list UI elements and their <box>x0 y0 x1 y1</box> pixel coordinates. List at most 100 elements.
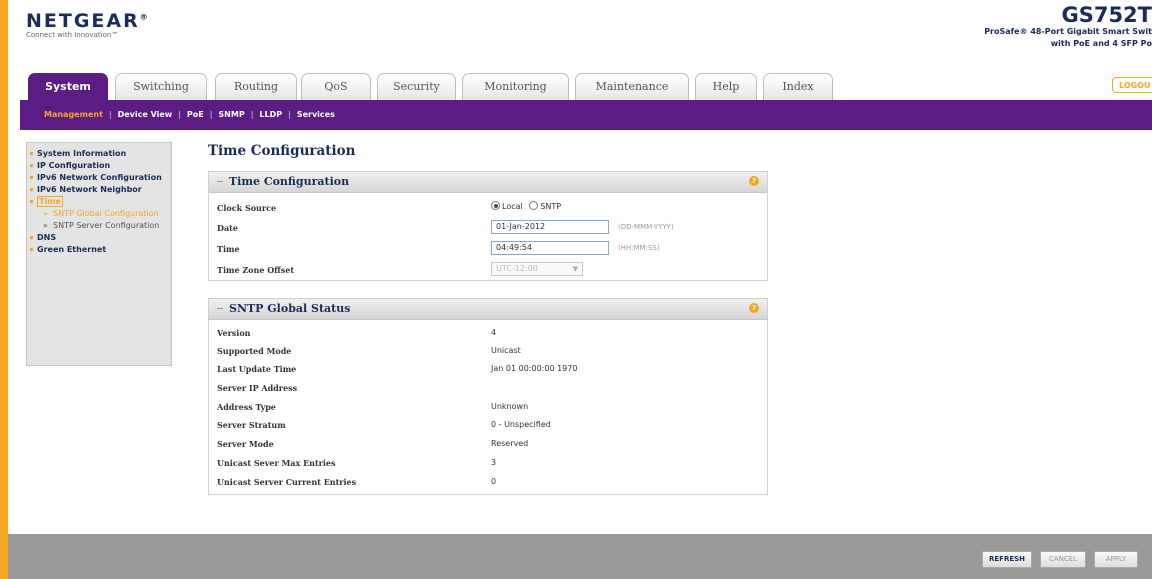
refresh-button[interactable]: REFRESH <box>982 551 1032 568</box>
subnav-services[interactable]: Services <box>297 110 335 119</box>
subnav-lldp[interactable]: LLDP <box>259 110 282 119</box>
time-configuration-panel: Time Configuration ? Clock Source Local … <box>208 171 768 281</box>
address-type-value: Unknown <box>491 402 529 411</box>
left-accent-bar <box>0 0 8 579</box>
netgear-logo: NETGEAR® Connect with Innovation™ <box>26 10 148 39</box>
sub-navigation-bar: Management | Device View | PoE | SNMP | LLDP | Ser… <box>20 100 1152 130</box>
server-mode-label: Server Mode <box>217 439 274 449</box>
time-zone-offset-select[interactable]: UTC-12:00 ▼ <box>491 262 583 276</box>
status-row-server-mode: Server Mode Reserved <box>209 436 767 454</box>
tab-system[interactable]: System <box>28 73 108 100</box>
collapse-icon[interactable] <box>217 181 223 182</box>
status-row-server-stratum: Server Stratum 0 - Unspecified <box>209 417 767 435</box>
version-label: Version <box>217 328 251 338</box>
supported-mode-label: Supported Mode <box>217 346 292 356</box>
product-model: GS752T <box>1061 3 1152 27</box>
collapse-icon[interactable] <box>217 308 223 309</box>
status-row-last-update-time: Last Update Time Jan 01 00:00:00 1970 <box>209 361 767 379</box>
panel-title: SNTP Global Status <box>229 302 351 315</box>
panel-header: SNTP Global Status ? <box>209 299 767 320</box>
tab-qos[interactable]: QoS <box>301 73 371 100</box>
status-row-version: Version 4 <box>209 325 767 343</box>
clock-source-options: Local SNTP <box>491 201 561 211</box>
address-type-label: Address Type <box>217 402 276 412</box>
sidebar-item-green-ethernet[interactable]: Green Ethernet <box>27 245 171 255</box>
apply-button[interactable]: APPLY <box>1094 551 1138 568</box>
time-zone-offset-value: UTC-12:00 <box>496 264 538 273</box>
page-title: Time Configuration <box>208 143 356 159</box>
time-format-hint: (HH:MM:SS) <box>618 244 660 252</box>
sidebar: System Information IP Configuration IPv6… <box>26 142 172 366</box>
time-input[interactable]: 04:49:54 <box>491 241 609 255</box>
time-zone-offset-label: Time Zone Offset <box>217 265 295 275</box>
supported-mode-value: Unicast <box>491 346 521 355</box>
unicast-max-entries-value: 3 <box>491 458 497 467</box>
sidebar-subitem-label: SNTP Server Configuration <box>53 221 160 230</box>
page: NETGEAR® Connect with Innovation™ GS752T… <box>8 0 1152 579</box>
server-mode-value: Reserved <box>491 439 529 448</box>
last-update-time-label: Last Update Time <box>217 364 297 374</box>
server-ip-address-label: Server IP Address <box>217 383 298 393</box>
product-description-line1: ProSafe® 48-Port Gigabit Smart Swit <box>984 27 1152 36</box>
status-row-server-ip-address: Server IP Address <box>209 380 767 398</box>
sidebar-item-time[interactable]: Time <box>27 196 171 207</box>
clock-source-row: Clock Source Local SNTP <box>209 200 767 218</box>
logout-button[interactable]: LOGOU <box>1112 77 1152 93</box>
date-format-hint: (DD-MMM-YYYY) <box>618 223 674 231</box>
product-info: GS752T ProSafe® 48-Port Gigabit Smart Sw… <box>984 4 1152 50</box>
tab-security[interactable]: Security <box>377 73 456 100</box>
status-row-supported-mode: Supported Mode Unicast <box>209 343 767 361</box>
help-icon[interactable]: ? <box>749 176 759 186</box>
tab-monitoring[interactable]: Monitoring <box>462 73 569 100</box>
tab-help[interactable]: Help <box>695 73 757 100</box>
subnav-snmp[interactable]: SNMP <box>218 110 244 119</box>
tab-switching[interactable]: Switching <box>115 73 207 100</box>
sidebar-item-dns[interactable]: DNS <box>27 233 171 243</box>
sidebar-item-ipv6-network-configuration[interactable]: IPv6 Network Configuration <box>27 173 171 183</box>
chevron-down-icon: ▼ <box>572 265 578 273</box>
unicast-current-entries-label: Unicast Server Current Entries <box>217 477 357 487</box>
time-zone-row: Time Zone Offset UTC-12:00 ▼ <box>209 262 767 280</box>
tab-index[interactable]: Index <box>763 73 833 100</box>
subnav-poe[interactable]: PoE <box>187 110 204 119</box>
date-input[interactable]: 01-Jan-2012 <box>491 220 609 234</box>
time-row: Time 04:49:54 (HH:MM:SS) <box>209 241 767 259</box>
status-row-unicast-current-entries: Unicast Server Current Entries 0 <box>209 474 767 492</box>
last-update-time-value: Jan 01 00:00:00 1970 <box>491 364 578 373</box>
clock-source-local-label: Local <box>502 202 523 211</box>
sidebar-item-ip-configuration[interactable]: IP Configuration <box>27 161 171 171</box>
unicast-max-entries-label: Unicast Sever Max Entries <box>217 458 336 468</box>
time-label: Time <box>217 244 240 254</box>
clock-source-sntp-label: SNTP <box>540 202 562 211</box>
status-row-address-type: Address Type Unknown <box>209 399 767 417</box>
product-description-line2: with PoE and 4 SFP Po <box>1050 39 1152 48</box>
sidebar-subitem-sntp-server-configuration[interactable]: » SNTP Server Configuration <box>27 221 171 231</box>
panel-title: Time Configuration <box>229 175 350 188</box>
server-stratum-value: 0 - Unspecified <box>491 420 551 429</box>
footer-bar <box>8 534 1152 579</box>
clock-source-sntp-radio[interactable] <box>529 201 539 210</box>
subnav-device-view[interactable]: Device View <box>118 110 173 119</box>
subnav-management[interactable]: Management <box>44 110 103 119</box>
tab-routing[interactable]: Routing <box>215 73 297 100</box>
arrow-right-icon: » <box>43 209 48 218</box>
arrow-right-icon: » <box>43 221 48 230</box>
sntp-global-status-panel: SNTP Global Status ? Version 4 Supported … <box>208 298 768 495</box>
logo-tagline: Connect with Innovation™ <box>26 31 119 39</box>
cancel-button[interactable]: CANCEL <box>1040 551 1086 568</box>
tab-maintenance[interactable]: Maintenance <box>575 73 689 100</box>
sidebar-subitem-label: SNTP Global Configuration <box>53 209 159 218</box>
panel-header: Time Configuration ? <box>209 172 767 193</box>
version-value: 4 <box>491 328 497 337</box>
status-row-unicast-max-entries: Unicast Sever Max Entries 3 <box>209 455 767 473</box>
sidebar-item-ipv6-network-neighbor[interactable]: IPv6 Network Neighbor <box>27 185 171 195</box>
date-row: Date 01-Jan-2012 (DD-MMM-YYYY) <box>209 220 767 238</box>
date-label: Date <box>217 223 238 233</box>
sidebar-item-time-label: Time <box>37 196 63 207</box>
sidebar-subitem-sntp-global-configuration[interactable]: » SNTP Global Configuration <box>27 209 171 219</box>
sidebar-item-system-information[interactable]: System Information <box>27 149 171 159</box>
unicast-current-entries-value: 0 <box>491 477 497 486</box>
clock-source-local-radio[interactable] <box>491 201 500 210</box>
logo-text: NETGEAR <box>26 10 140 32</box>
help-icon[interactable]: ? <box>749 303 759 313</box>
